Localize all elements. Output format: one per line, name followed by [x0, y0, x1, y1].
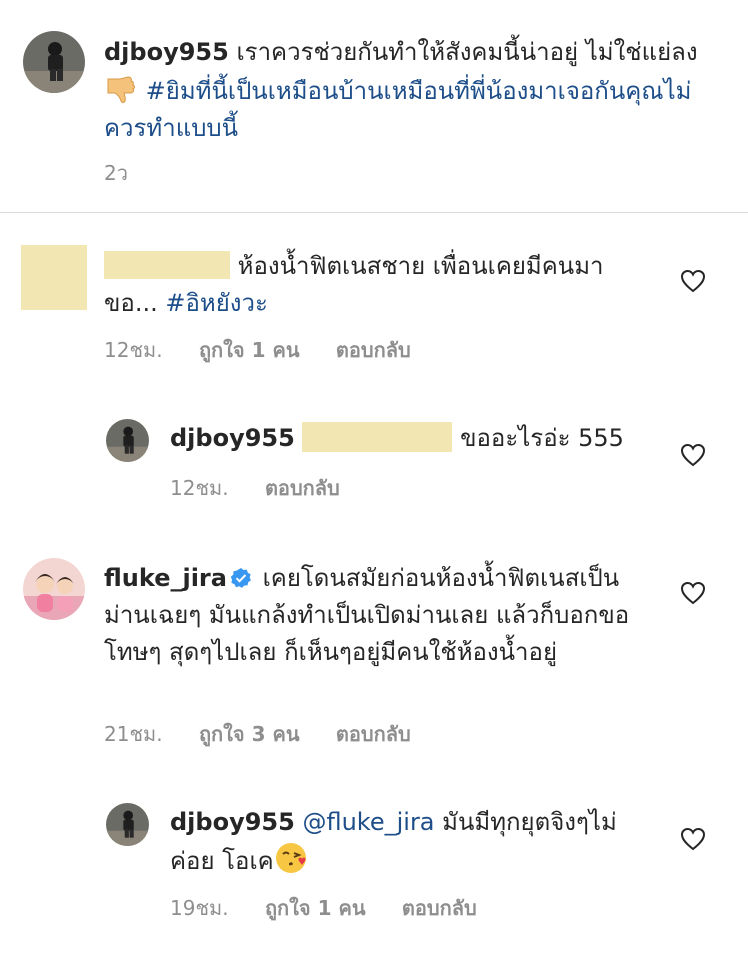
- likes-count[interactable]: ถูกใจ 1 คน: [199, 338, 300, 362]
- redacted-username: [104, 251, 230, 279]
- avatar[interactable]: [106, 803, 149, 846]
- heart-outline-icon[interactable]: [680, 269, 706, 293]
- heart-outline-icon[interactable]: [680, 443, 706, 467]
- comment-text: djboy955 @fluke_jira มันมีทุกยุตจิงๆไม่ค…: [170, 804, 650, 880]
- reply-button[interactable]: ตอบกลับ: [265, 476, 340, 500]
- caption-body: เราควรช่วยกันทำให้สังคมนี้น่าอยู่ ไม่ใช่…: [236, 38, 698, 66]
- comment-time: 12ชม.: [170, 476, 229, 500]
- caption-time: 2ว: [104, 161, 128, 185]
- avatar[interactable]: [106, 419, 149, 462]
- comment-text: fluke_jira เคยโดนสมัยก่อนห้องน้ำฟิตเนสเป…: [104, 560, 644, 671]
- caption-meta: 2ว: [104, 157, 158, 189]
- comment-time: 21ชม.: [104, 722, 163, 746]
- reply-button[interactable]: ตอบกลับ: [336, 722, 411, 746]
- comment-text: ห้องน้ำฟิตเนสชาย เพื่อนเคยมีคนมาขอ... #อ…: [104, 248, 644, 322]
- avatar-photo: [106, 803, 149, 846]
- avatar[interactable]: [23, 558, 85, 620]
- comment-username[interactable]: djboy955: [170, 424, 295, 452]
- comment-username[interactable]: fluke_jira: [104, 564, 227, 592]
- comment-body: ขออะไรอ่ะ 555: [460, 424, 624, 452]
- thumbs-down-emoji: [104, 71, 138, 105]
- caption-hashtag[interactable]: #ยิมที่นี้เป็นเหมือนบ้านเหมือนที่พี่น้อง…: [104, 77, 691, 142]
- likes-count[interactable]: ถูกใจ 1 คน: [265, 896, 366, 920]
- comment-time: 12ชม.: [104, 338, 163, 362]
- comment-meta: 12ชม. ถูกใจ 1 คน ตอบกลับ: [104, 334, 441, 366]
- caption-username[interactable]: djboy955: [104, 38, 229, 66]
- heart-outline-icon[interactable]: [680, 581, 706, 605]
- avatar[interactable]: [23, 31, 85, 93]
- avatar-photo: [23, 31, 85, 93]
- redacted-avatar: [21, 245, 87, 310]
- redacted-mention: [302, 422, 453, 452]
- mention-link[interactable]: @fluke_jira: [302, 808, 434, 836]
- comment-meta: 12ชม. ตอบกลับ: [170, 472, 370, 504]
- caption-text: djboy955 เราควรช่วยกันทำให้สังคมนี้น่าอย…: [104, 34, 704, 147]
- avatar-photo: [23, 558, 85, 620]
- likes-count[interactable]: ถูกใจ 3 คน: [199, 722, 300, 746]
- comment-hashtag[interactable]: #อิหยังวะ: [165, 289, 268, 317]
- reply-button[interactable]: ตอบกลับ: [402, 896, 477, 920]
- heart-outline-icon[interactable]: [680, 827, 706, 851]
- divider: [0, 212, 748, 213]
- comment-username[interactable]: djboy955: [170, 808, 295, 836]
- avatar-photo: [106, 419, 149, 462]
- verified-badge-icon: [230, 568, 251, 588]
- comment-meta: 21ชม. ถูกใจ 3 คน ตอบกลับ: [104, 718, 441, 750]
- comment-text: djboy955 ขออะไรอ่ะ 555: [170, 420, 650, 457]
- comment-meta: 19ชม. ถูกใจ 1 คน ตอบกลับ: [170, 892, 507, 924]
- reply-button[interactable]: ตอบกลับ: [336, 338, 411, 362]
- kissing-face-emoji: [274, 841, 308, 875]
- comment-time: 19ชม.: [170, 896, 229, 920]
